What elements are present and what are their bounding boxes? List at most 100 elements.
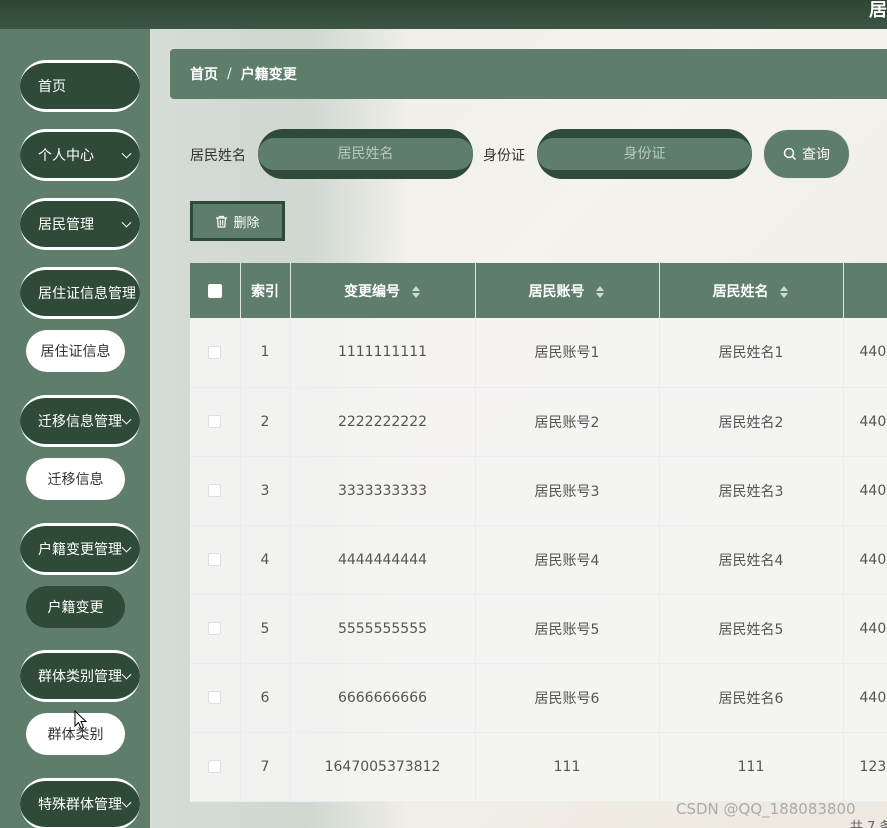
breadcrumb-current: 户籍变更: [240, 67, 297, 83]
trash-icon: [216, 215, 228, 228]
chevron-down-icon: [121, 414, 132, 425]
table-header-row: 索引 变更编号 居民账号 居民姓名: [190, 263, 887, 318]
pagination-total: 共 7 条: [850, 820, 887, 828]
sidebar-menu-item[interactable]: 群体类别管理: [20, 650, 140, 702]
table-row[interactable]: 4 4444444444 居民账号4 居民姓名4 440: [190, 525, 887, 595]
sidebar-menu-item[interactable]: 迁移信息管理: [20, 395, 140, 447]
resident-name-input-wrap: [258, 129, 473, 179]
row-checkbox[interactable]: [208, 691, 222, 704]
sort-icon[interactable]: [595, 285, 605, 299]
cell-change-no: 2222222222: [290, 387, 476, 457]
sidebar-menu-item[interactable]: 居住证信息管理: [20, 267, 140, 319]
search-icon: [783, 147, 797, 161]
sidebar: 首页个人中心居民管理居住证信息管理居住证信息迁移信息管理迁移信息户籍变更管理户籍…: [0, 29, 150, 828]
delete-button[interactable]: 删除: [190, 201, 285, 241]
cell-change-no: 3333333333: [290, 456, 476, 526]
sidebar-submenu-item[interactable]: 户籍变更: [26, 586, 125, 628]
row-select-cell[interactable]: [190, 456, 241, 526]
sort-icon[interactable]: [411, 285, 421, 299]
table-row[interactable]: 7 1647005373812 111 111 123: [190, 732, 887, 802]
row-checkbox[interactable]: [208, 760, 222, 773]
breadcrumb-separator: /: [227, 66, 232, 82]
cell-index: 7: [240, 732, 291, 802]
chevron-down-icon: [121, 217, 132, 228]
cell-index: 3: [240, 456, 291, 526]
cell-name: 居民姓名1: [659, 318, 844, 388]
row-checkbox[interactable]: [208, 553, 222, 566]
resident-name-label: 居民姓名: [190, 148, 246, 164]
cell-change-no: 1647005373812: [290, 732, 476, 802]
cell-account: 居民账号2: [475, 387, 660, 457]
cell-name: 居民姓名6: [659, 663, 844, 733]
row-checkbox[interactable]: [208, 484, 222, 497]
column-header-label: 居民姓名: [712, 283, 769, 300]
sidebar-menu-item[interactable]: 户籍变更管理: [20, 523, 140, 575]
row-checkbox[interactable]: [208, 415, 222, 428]
row-select-cell[interactable]: [190, 663, 241, 733]
column-header-index: 索引: [240, 263, 291, 318]
table-row[interactable]: 2 2222222222 居民账号2 居民姓名2 440: [190, 387, 887, 457]
sidebar-item-label: 首页: [38, 79, 66, 95]
breadcrumb-home[interactable]: 首页: [190, 64, 218, 84]
column-header-account[interactable]: 居民账号: [475, 263, 660, 318]
cell-id-card: 440: [843, 318, 887, 388]
sidebar-menu-item[interactable]: 首页: [20, 60, 140, 112]
cell-name: 居民姓名5: [659, 594, 844, 664]
row-select-cell[interactable]: [190, 732, 241, 802]
cell-index: 1: [240, 318, 291, 388]
sidebar-item-label: 居民管理: [38, 217, 94, 233]
cell-name: 111: [659, 732, 844, 802]
row-select-cell[interactable]: [190, 525, 241, 595]
table-row[interactable]: 5 5555555555 居民账号5 居民姓名5 440: [190, 594, 887, 664]
table-row[interactable]: 1 1111111111 居民账号1 居民姓名1 440: [190, 318, 887, 388]
cell-change-no: 1111111111: [290, 318, 476, 388]
top-bar: 居: [0, 0, 887, 29]
app-title: 居: [869, 0, 887, 21]
sidebar-item-label: 迁移信息: [47, 472, 104, 488]
cell-id-card: 440: [843, 525, 887, 595]
sidebar-submenu-item[interactable]: 迁移信息: [26, 458, 125, 500]
id-card-input-wrap: [537, 129, 752, 179]
chevron-down-icon: [121, 669, 132, 680]
cell-name: 居民姓名2: [659, 387, 844, 457]
delete-button-label: 删除: [233, 215, 260, 231]
id-card-input[interactable]: [537, 138, 752, 170]
select-all-checkbox[interactable]: [207, 283, 222, 298]
select-all-header[interactable]: [190, 263, 241, 318]
resident-name-input[interactable]: [258, 138, 473, 170]
row-select-cell[interactable]: [190, 387, 241, 457]
sidebar-submenu-item[interactable]: 居住证信息: [26, 330, 125, 372]
table-row[interactable]: 6 6666666666 居民账号6 居民姓名6 440: [190, 663, 887, 733]
row-select-cell[interactable]: [190, 318, 241, 388]
row-checkbox[interactable]: [208, 622, 222, 635]
cell-index: 6: [240, 663, 291, 733]
sidebar-menu-item[interactable]: 特殊群体管理: [20, 778, 140, 828]
cell-index: 5: [240, 594, 291, 664]
sidebar-menu-item[interactable]: 居民管理: [20, 198, 140, 250]
cell-name: 居民姓名3: [659, 456, 844, 526]
query-button[interactable]: 查询: [763, 129, 850, 179]
sidebar-item-label: 户籍变更: [47, 600, 104, 616]
column-header-change-no[interactable]: 变更编号: [290, 263, 476, 318]
breadcrumb: 首页 / 户籍变更: [170, 49, 887, 99]
mouse-cursor-icon: [74, 710, 88, 730]
cell-account: 居民账号6: [475, 663, 660, 733]
column-header-label: 居民账号: [528, 283, 585, 300]
cell-id-card: 440: [843, 663, 887, 733]
chevron-down-icon: [121, 797, 132, 808]
cell-id-card: 440: [843, 594, 887, 664]
row-checkbox[interactable]: [208, 345, 222, 359]
sidebar-item-label: 户籍变更管理: [38, 542, 122, 558]
cell-change-no: 4444444444: [290, 525, 476, 595]
column-header-name[interactable]: 居民姓名: [659, 263, 844, 318]
cell-account: 居民账号3: [475, 456, 660, 526]
cell-id-card: 440: [843, 456, 887, 526]
query-button-label: 查询: [802, 147, 830, 163]
column-header-label: 索引: [251, 283, 279, 300]
cell-index: 2: [240, 387, 291, 457]
sort-icon[interactable]: [779, 285, 789, 299]
cell-account: 111: [475, 732, 660, 802]
table-row[interactable]: 3 3333333333 居民账号3 居民姓名3 440: [190, 456, 887, 526]
sidebar-menu-item[interactable]: 个人中心: [20, 129, 140, 181]
row-select-cell[interactable]: [190, 594, 241, 664]
